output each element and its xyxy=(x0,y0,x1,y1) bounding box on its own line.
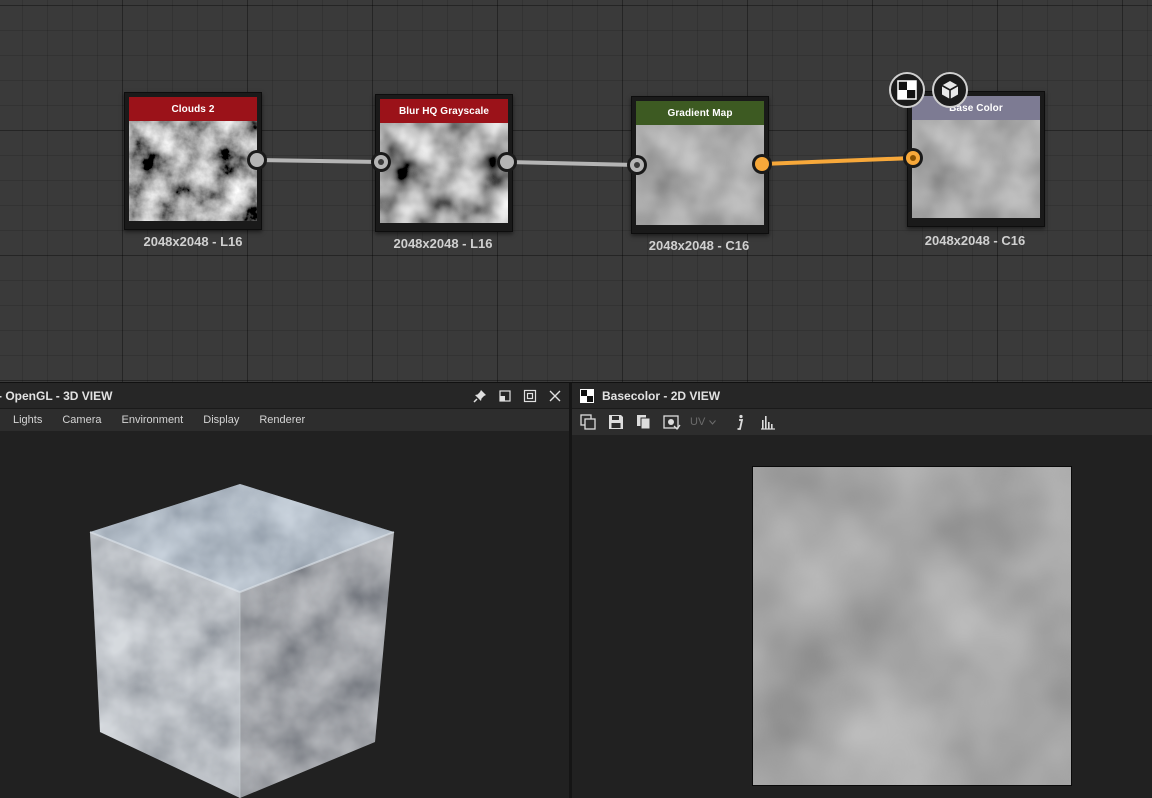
checker-icon xyxy=(580,388,594,403)
histogram-icon[interactable] xyxy=(758,412,778,432)
uv-dropdown[interactable]: UV xyxy=(690,416,722,428)
connection-wire[interactable] xyxy=(761,156,914,166)
viewport-3d[interactable] xyxy=(0,432,569,798)
uv-label: UV xyxy=(690,416,706,428)
menu-lights[interactable]: Lights xyxy=(13,414,42,426)
node-thumbnail xyxy=(636,125,764,225)
node-resolution-label: 2048x2048 - C16 xyxy=(924,233,1026,248)
menu-display[interactable]: Display xyxy=(203,414,239,426)
panel-3d-view: - OpenGL - 3D VIEW Lights Camera Environ… xyxy=(0,383,569,798)
output-port[interactable] xyxy=(497,152,517,172)
node-graph[interactable]: Clouds 2 2048x2048 - L16 Blur HQ Graysca… xyxy=(0,0,1152,382)
copy-icon[interactable] xyxy=(634,412,654,432)
cube-icon[interactable] xyxy=(932,72,968,108)
textured-cube xyxy=(89,484,395,798)
close-icon[interactable] xyxy=(547,388,563,404)
node-thumbnail xyxy=(380,123,508,223)
export-icon[interactable] xyxy=(662,412,682,432)
copy-view-icon[interactable] xyxy=(578,412,598,432)
node-clouds-2[interactable]: Clouds 2 xyxy=(124,92,262,230)
checker-icon[interactable] xyxy=(889,72,925,108)
menu-renderer[interactable]: Renderer xyxy=(259,414,305,426)
connection-wire[interactable] xyxy=(256,158,382,164)
input-port[interactable] xyxy=(627,155,647,175)
pin-icon[interactable] xyxy=(472,388,488,404)
restore-icon[interactable] xyxy=(497,388,513,404)
view3d-menubar: Lights Camera Environment Display Render… xyxy=(0,409,569,431)
node-thumbnail xyxy=(129,121,257,221)
view2d-toolbar: UV xyxy=(572,409,1152,435)
info-icon[interactable] xyxy=(730,412,750,432)
panel-title-bar[interactable]: Basecolor - 2D VIEW xyxy=(572,383,1152,409)
input-port[interactable] xyxy=(903,148,923,168)
menu-environment[interactable]: Environment xyxy=(121,414,183,426)
node-gradient-map[interactable]: Gradient Map xyxy=(631,96,769,234)
node-resolution-label: 2048x2048 - C16 xyxy=(648,238,750,253)
node-thumbnail xyxy=(912,120,1040,218)
panel-title: Basecolor - 2D VIEW xyxy=(602,388,721,403)
input-port[interactable] xyxy=(371,152,391,172)
maximize-icon[interactable] xyxy=(522,388,538,404)
node-title: Gradient Map xyxy=(636,101,764,125)
node-blur-hq-grayscale[interactable]: Blur HQ Grayscale xyxy=(375,94,513,232)
chevron-down-icon xyxy=(709,419,717,425)
node-resolution-label: 2048x2048 - L16 xyxy=(393,236,493,251)
node-resolution-label: 2048x2048 - L16 xyxy=(143,234,243,249)
output-port[interactable] xyxy=(247,150,267,170)
node-title: Base Color xyxy=(912,96,1040,120)
node-title: Clouds 2 xyxy=(129,97,257,121)
node-title: Blur HQ Grayscale xyxy=(380,99,508,123)
node-base-color[interactable]: Base Color xyxy=(907,91,1045,227)
panel-title-bar[interactable]: - OpenGL - 3D VIEW xyxy=(0,383,569,409)
panel-title: - OpenGL - 3D VIEW xyxy=(0,388,113,403)
output-port[interactable] xyxy=(752,154,772,174)
save-icon[interactable] xyxy=(606,412,626,432)
viewport-2d[interactable] xyxy=(572,437,1152,798)
texture-preview xyxy=(752,466,1072,786)
connection-wire[interactable] xyxy=(506,160,638,167)
panel-2d-view: Basecolor - 2D VIEW UV xyxy=(572,383,1152,798)
menu-camera[interactable]: Camera xyxy=(62,414,101,426)
